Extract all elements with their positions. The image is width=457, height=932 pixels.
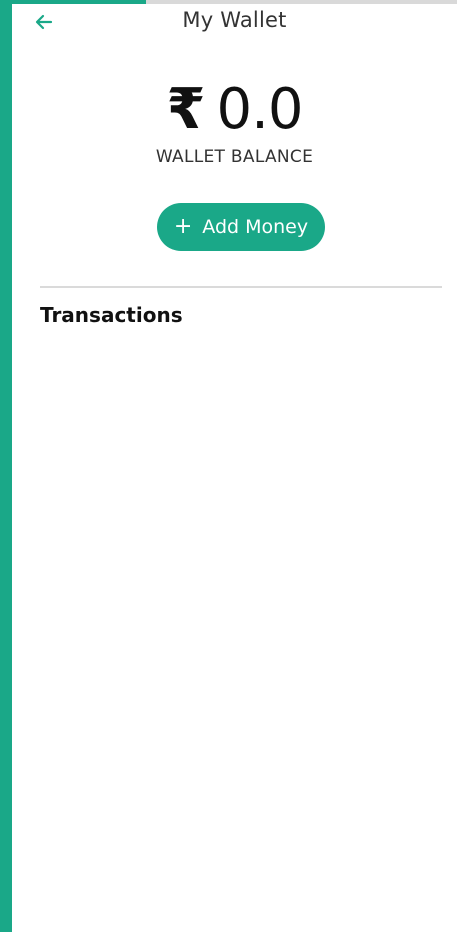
currency-symbol: ₹ <box>166 77 205 142</box>
section-divider <box>40 286 442 288</box>
wallet-screen: My Wallet ₹ 0.0 WALLET BALANCE + Add Mon… <box>0 0 457 932</box>
add-money-button[interactable]: + Add Money <box>157 203 325 251</box>
wallet-balance-amount: ₹ 0.0 <box>166 77 303 142</box>
plus-icon: + <box>173 214 193 239</box>
transactions-heading: Transactions <box>40 303 183 327</box>
balance-value: 0.0 <box>216 77 303 142</box>
transactions-list <box>40 340 442 900</box>
wallet-balance-label: WALLET BALANCE <box>155 147 314 167</box>
add-money-label: Add Money <box>202 216 309 238</box>
page-title: My Wallet <box>182 8 287 32</box>
left-accent-bar <box>0 0 12 932</box>
wallet-balance-section: ₹ 0.0 WALLET BALANCE <box>12 78 457 168</box>
app-header: My Wallet <box>12 4 457 44</box>
